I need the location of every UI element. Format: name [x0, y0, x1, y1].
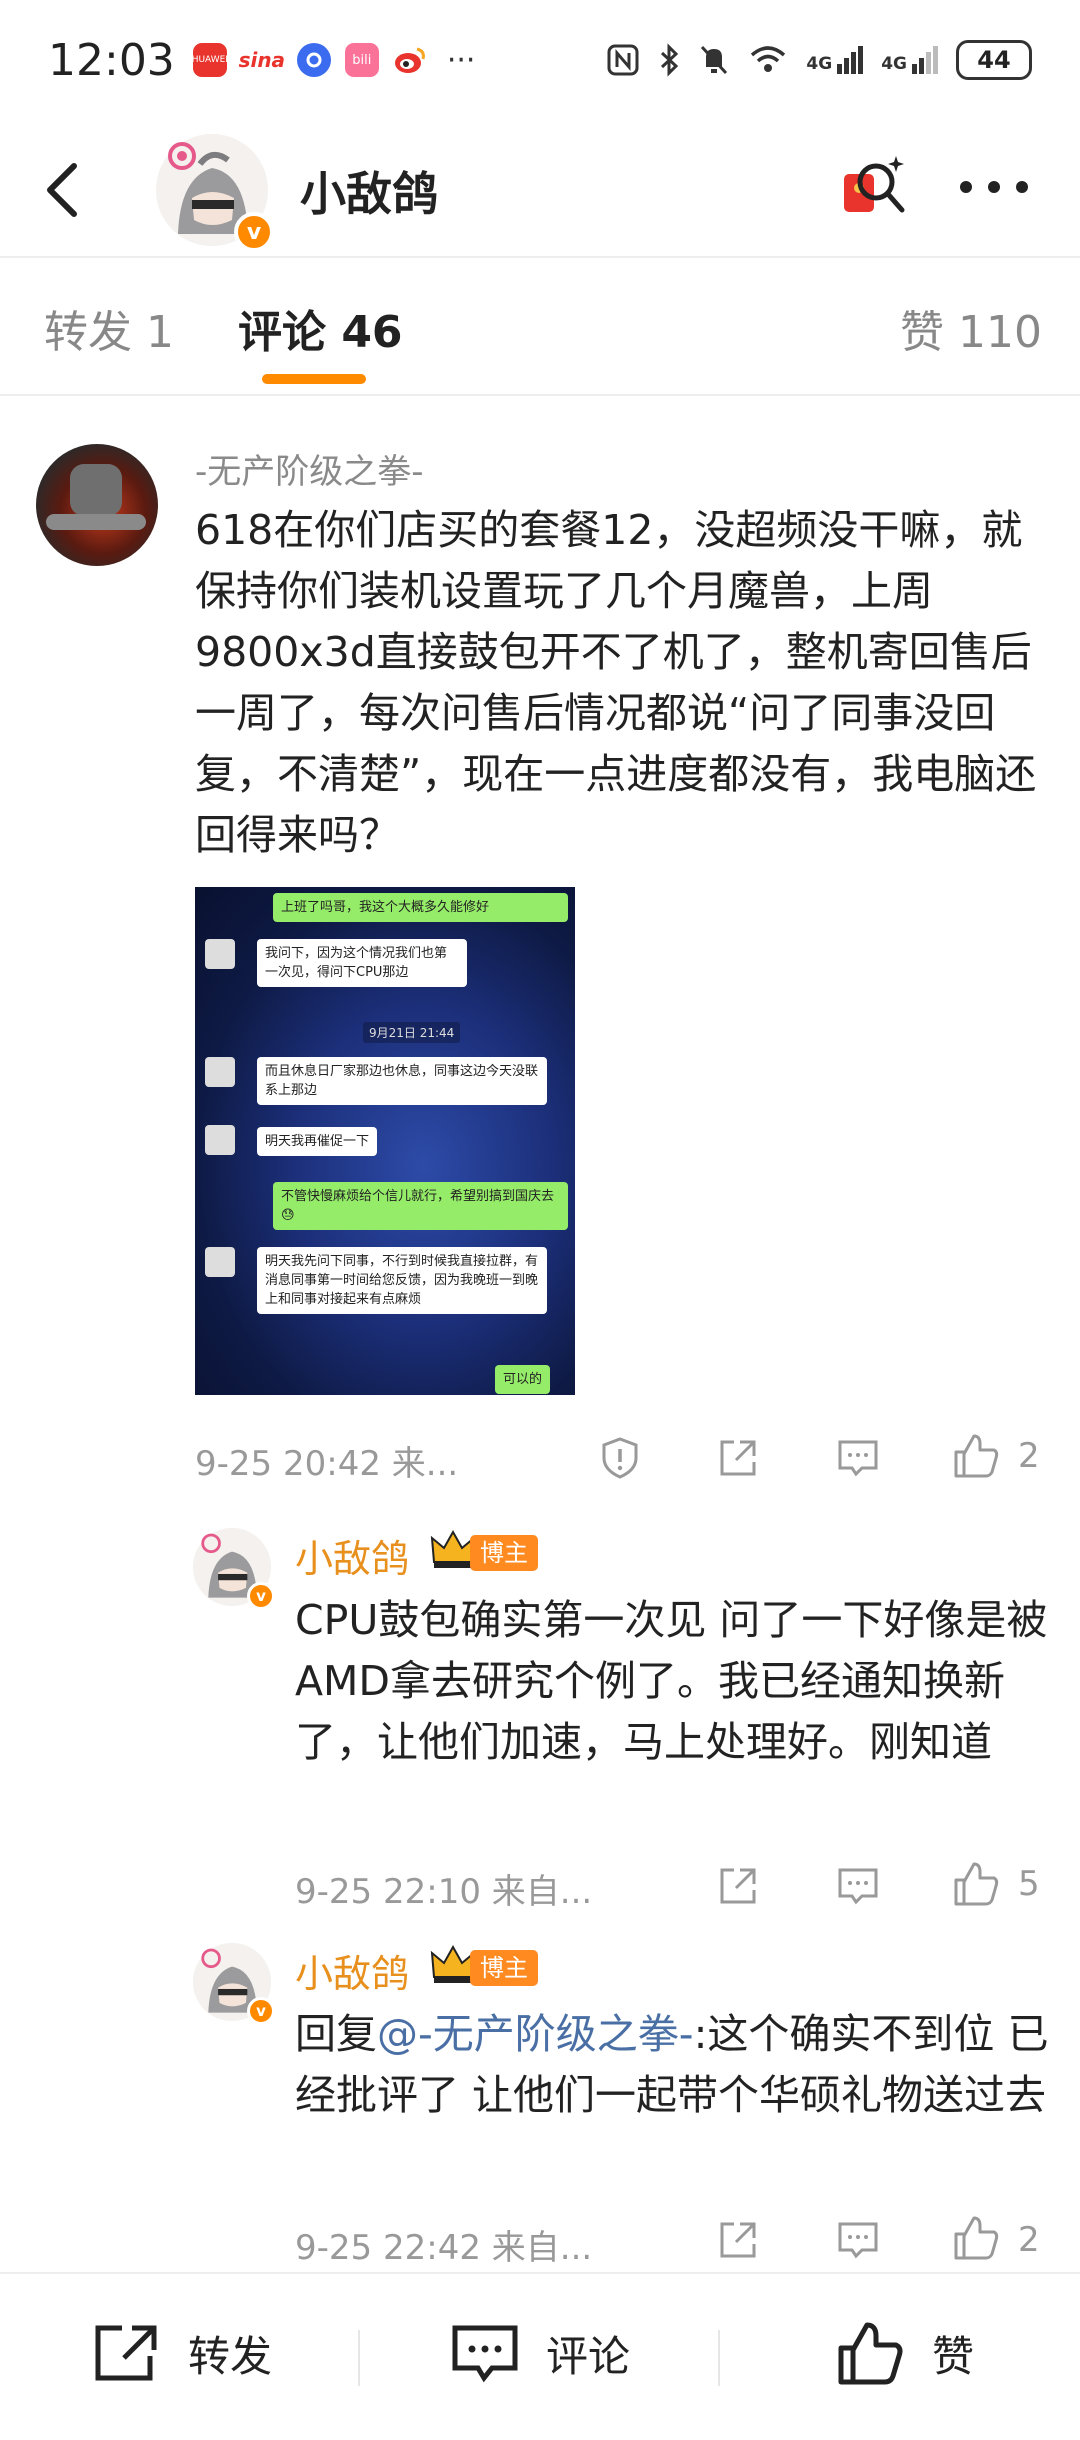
repost-icon [95, 2325, 157, 2381]
chat-message: 上班了吗哥，我这个大概多久能修好 [273, 893, 568, 922]
like-count: 2 [1018, 1436, 1040, 1476]
sina-icon: sina [238, 48, 286, 72]
divider [358, 2330, 360, 2386]
comment-attached-image[interactable]: 上班了吗哥，我这个大概多久能修好 我问下，因为这个情况我们也第一次见，得问下CP… [195, 887, 575, 1395]
comment-icon [452, 2325, 518, 2383]
reply-text: 回复@-无产阶级之拳-:这个确实不到位 已经批评了 让他们一起带个华硕礼物送过去 [295, 2004, 1055, 2126]
like-count: 2 [1018, 2220, 1040, 2260]
reply-meta: 9-25 22:42 来自... [295, 2228, 593, 2268]
reply-author-name[interactable]: 小敌鸽 [295, 1528, 409, 1583]
notification-icons: HUAWEI sina bili ··· [192, 42, 476, 78]
bottom-action-bar: 转发 评论 赞 [0, 2272, 1080, 2440]
chat-message: 明天我再催促一下 [257, 1127, 378, 1156]
battery-indicator: 44 [956, 40, 1032, 80]
tab-likes[interactable]: 赞 110 [900, 296, 1042, 360]
browser-icon [296, 43, 331, 77]
bluetooth-icon [661, 43, 679, 77]
author-avatar[interactable]: v [156, 134, 274, 252]
report-icon[interactable] [598, 1436, 642, 1480]
comment-meta: 9-25 20:42 来... [195, 1444, 459, 1484]
chat-avatar [205, 939, 235, 969]
repost-button[interactable]: 转发 [92, 2318, 272, 2388]
commenter-username[interactable]: -无产阶级之拳- [195, 444, 424, 493]
comment-icon[interactable] [836, 1436, 880, 1480]
chat-avatar [205, 1057, 235, 1087]
more-options-icon[interactable] [956, 172, 1032, 202]
like-icon[interactable] [952, 1432, 1000, 1480]
tab-comments[interactable]: 评论 46 [238, 296, 403, 360]
mute-icon [701, 45, 728, 75]
chat-message: 可以的 [495, 1365, 551, 1394]
like-icon[interactable] [952, 1860, 1000, 1908]
bilibili-icon: bili [344, 43, 379, 77]
divider [718, 2330, 720, 2386]
reply-meta: 9-25 22:10 来自... [295, 1872, 593, 1912]
like-count: 5 [1018, 1864, 1040, 1904]
comment-text: 618在你们店买的套餐12，没超频没干嘛，就保持你们装机设置玩了几个月魔兽，上周… [195, 506, 1037, 859]
comment-button[interactable]: 评论 [450, 2318, 630, 2388]
share-icon[interactable] [716, 2218, 760, 2262]
author-badge: 博主 [470, 1535, 538, 1571]
chat-message: 而且休息日厂家那边也休息，同事这边今天没联系上那边 [257, 1057, 547, 1105]
status-right: 4G 4G 44 [606, 40, 1032, 80]
header-bar: v 小敌鸽 [0, 120, 1080, 258]
comment-label: 评论 [546, 2331, 631, 2381]
chat-avatar [205, 1125, 235, 1155]
cellular-signal-1: 4G [806, 46, 864, 74]
reply-avatar[interactable]: v [193, 1943, 275, 2025]
huawei-mall-icon: HUAWEI [192, 43, 228, 77]
verified-badge-icon: v [247, 1997, 275, 2025]
mention-link[interactable]: @-无产阶级之拳- [377, 2010, 694, 2058]
chat-timestamp: 9月21日 21:44 [363, 1022, 461, 1043]
weibo-icon [393, 43, 427, 77]
chat-message: 明天我先问下同事，不行到时候我直接拉群，有消息同事第一时间给您反馈，因为我晚班一… [257, 1247, 547, 1314]
comment-icon[interactable] [836, 1864, 880, 1908]
verified-badge-icon: v [247, 1582, 275, 1610]
like-label: 赞 [932, 2331, 975, 2381]
commenter-avatar[interactable] [36, 444, 158, 566]
like-icon[interactable] [952, 2214, 1000, 2262]
reply-author-name[interactable]: 小敌鸽 [295, 1943, 409, 1998]
status-time: 12:03 [48, 34, 175, 86]
more-notifications-icon: ··· [446, 42, 476, 78]
like-button[interactable]: 赞 [836, 2318, 974, 2388]
reply-prefix: 回复 [295, 2010, 377, 2058]
verified-badge-icon: v [234, 212, 274, 252]
share-icon[interactable] [716, 1864, 760, 1908]
chat-message: 我问下，因为这个情况我们也第一次见，得问下CPU那边 [257, 939, 467, 987]
thumbs-up-icon [838, 2322, 903, 2385]
reply-avatar[interactable]: v [193, 1528, 275, 1610]
red-packet-search-icon[interactable] [840, 152, 912, 224]
author-badge: 博主 [470, 1950, 538, 1986]
chat-message: 不管快慢麻烦给个信儿就行，希望别搞到国庆去😓 [273, 1182, 568, 1230]
nfc-icon [607, 44, 639, 76]
tab-bar: 转发 1 评论 46 赞 110 [0, 258, 1080, 396]
wifi-icon [751, 46, 786, 72]
repost-label: 转发 [188, 2331, 273, 2381]
tab-active-indicator [262, 374, 366, 384]
chat-avatar [205, 1247, 235, 1277]
tab-reposts[interactable]: 转发 1 [44, 296, 174, 360]
share-icon[interactable] [716, 1436, 760, 1480]
comment-icon[interactable] [836, 2218, 880, 2262]
page-title[interactable]: 小敌鸽 [300, 158, 438, 224]
back-arrow-icon[interactable] [38, 160, 88, 220]
cellular-signal-2: 4G [881, 46, 938, 74]
status-bar: 12:03 HUAWEI sina bili ··· 4G 4G 44 [0, 0, 1080, 120]
reply-text: CPU鼓包确实第一次见 问了一下好像是被AMD拿去研究个例了。我已经通知换新了，… [295, 1596, 1048, 1766]
